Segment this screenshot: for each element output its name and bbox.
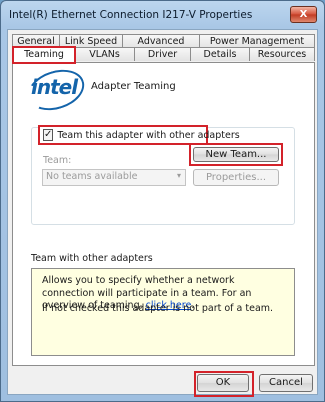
tab-driver[interactable]: Driver [134,47,191,61]
cancel-button[interactable]: Cancel [259,374,313,392]
chevron-down-icon: ▾ [176,171,181,180]
tab-resources[interactable]: Resources [249,47,315,61]
team-checkbox-label[interactable]: Team this adapter with other adapters [57,130,239,141]
properties-button[interactable]: Properties... [193,169,279,186]
new-team-button[interactable]: New Team... [193,147,279,162]
info-box: Allows you to specify whether a network … [31,268,295,356]
close-button[interactable]: X [290,6,317,23]
dialog-client: General Link Speed Advanced Power Manage… [7,29,318,395]
tab-advanced[interactable]: Advanced [122,34,200,48]
tab-vlans[interactable]: VLANs [74,47,135,61]
page-heading: Adapter Teaming [91,81,176,92]
tab-link-speed[interactable]: Link Speed [59,34,123,48]
ok-button[interactable]: OK [197,374,249,392]
info-text-2: If not checked this adapter is not part … [42,303,274,314]
window-title: Intel(R) Ethernet Connection I217-V Prop… [9,9,253,21]
team-checkbox[interactable]: ✓ [43,129,54,141]
team-select-value: No teams available [46,171,138,182]
team-field-label: Team: [43,155,72,166]
tab-teaming[interactable]: Teaming [12,46,76,64]
teaming-panel: intel Adapter Teaming ✓ Team this adapte… [12,62,315,366]
intel-logo: intel [31,75,78,99]
tab-general[interactable]: General [12,34,60,48]
properties-window: Intel(R) Ethernet Connection I217-V Prop… [0,0,325,402]
tab-power-management[interactable]: Power Management [199,34,315,48]
team-checkbox-row[interactable]: ✓ Team this adapter with other adapters [38,125,240,145]
tab-details[interactable]: Details [190,47,250,61]
info-title: Team with other adapters [31,253,153,264]
team-select[interactable]: No teams available ▾ [42,169,186,186]
title-bar[interactable]: Intel(R) Ethernet Connection I217-V Prop… [1,1,324,29]
